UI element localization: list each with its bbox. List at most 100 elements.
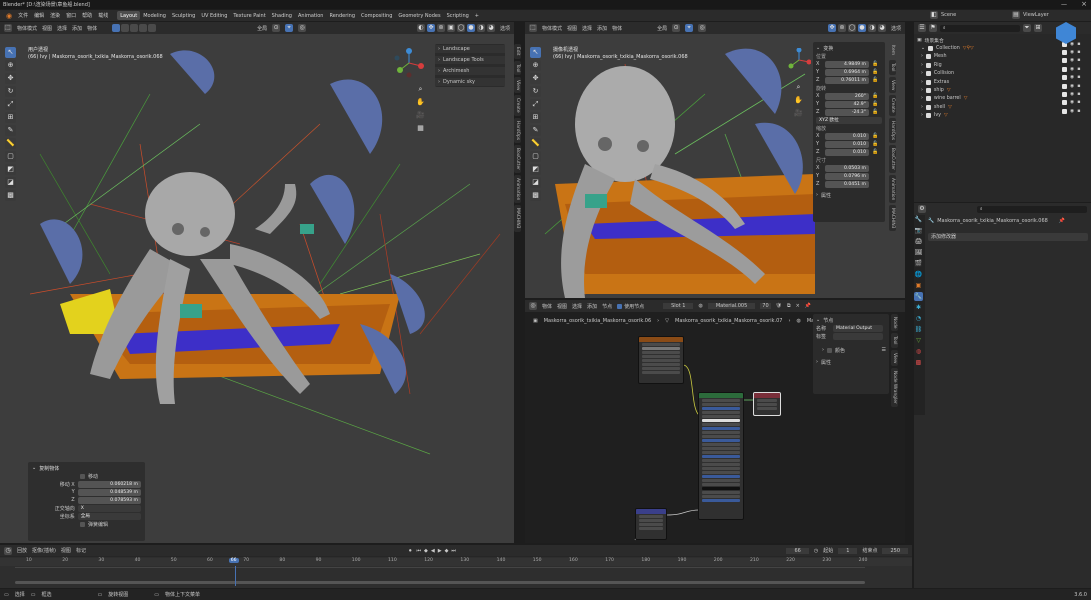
snap-icon[interactable]: ⌖	[285, 24, 294, 32]
mode-select[interactable]: 物体模式	[17, 25, 37, 32]
visibility-toggles[interactable]: ◉ ▪	[1062, 74, 1090, 82]
node-panel-title[interactable]: ⌄ 节点	[816, 316, 886, 324]
menu-help[interactable]: 帮助	[79, 11, 95, 20]
lock-icon[interactable]: 🔓	[872, 101, 878, 107]
tab-scripting[interactable]: Scripting	[444, 11, 472, 20]
rotation-y-field[interactable]: 42.9°	[825, 100, 869, 108]
rotate-tool-icon[interactable]: ↻	[5, 86, 16, 97]
node-props-row[interactable]: › 属性	[816, 358, 886, 366]
menu-object[interactable]: 物体	[612, 25, 622, 32]
node-normal-map[interactable]	[635, 508, 667, 540]
menu-window[interactable]: 窗口	[63, 11, 79, 20]
shading-material-icon[interactable]: ◑	[476, 24, 485, 32]
dimensions-x-field[interactable]: 0.0503 m	[825, 164, 869, 172]
redo-panel-title[interactable]: ⌄ 复制物体	[32, 464, 141, 472]
redo-extra-checkbox[interactable]: 弹簧编辑	[32, 520, 141, 528]
move-tool-icon[interactable]: ✥	[530, 73, 541, 84]
cursor-tool-icon[interactable]: ⊕	[530, 60, 541, 71]
render-tab-icon[interactable]: 📷	[914, 226, 923, 235]
current-frame-field[interactable]: 66	[786, 547, 809, 554]
data-tab-icon[interactable]: ▽	[914, 336, 923, 345]
node-name-field[interactable]: Material Output	[833, 324, 883, 332]
node-principled-bsdf[interactable]	[698, 392, 744, 520]
move-tool-icon[interactable]: ✥	[5, 73, 16, 84]
modifier-tab-icon[interactable]: 🔧	[914, 292, 923, 301]
tab-rendering[interactable]: Rendering	[326, 11, 358, 20]
menu-file[interactable]: 文件	[15, 11, 31, 20]
view-layer-tab-icon[interactable]: 🖼	[914, 248, 923, 257]
timeline-tick[interactable]: 60	[207, 558, 213, 563]
timeline-tick[interactable]: 170	[605, 558, 614, 563]
addon-dynamic-sky[interactable]: › Dynamic sky	[435, 78, 505, 86]
list-menu-icon[interactable]: ☰	[882, 347, 886, 353]
tab-modeling[interactable]: Modeling	[140, 11, 169, 20]
location-z-field[interactable]: 0.76011 m	[825, 76, 869, 84]
redo-orient-select[interactable]: 全局	[77, 512, 141, 520]
tab-animation[interactable]: Animation	[295, 11, 327, 20]
sidetab-create[interactable]: Create	[514, 95, 521, 117]
timeline-scrollbar[interactable]	[15, 581, 865, 584]
timeline-tick[interactable]: 220	[786, 558, 795, 563]
timeline-tick[interactable]: 50	[171, 558, 177, 563]
scale-x-field[interactable]: 0.010	[825, 132, 869, 140]
timeline-track[interactable]: 10 20 30 40 50 60 66 70 80 90 100 110 120 130 140 150 16…	[0, 557, 912, 588]
timeline-tick[interactable]: 70	[243, 558, 249, 563]
timeline-tick[interactable]: 140	[497, 558, 506, 563]
sidetab-machin3[interactable]: MACHIN3	[889, 204, 896, 232]
editor-type-icon[interactable]: ⬚	[529, 24, 537, 32]
visibility-toggles[interactable]: ◉ ▪	[1062, 99, 1090, 107]
sidetab-hardops[interactable]: HardOps	[514, 118, 521, 144]
orientation-select[interactable]: 全局	[657, 25, 667, 32]
lock-icon[interactable]: 🔓	[872, 77, 878, 83]
view-layer-selector[interactable]: ▤ ViewLayer	[1012, 11, 1049, 19]
next-key-icon[interactable]: ◆	[445, 548, 449, 554]
proportional-icon[interactable]: ◎	[698, 24, 707, 32]
hardops-tool-icon[interactable]: ◪	[530, 177, 541, 188]
tab-layout[interactable]: Layout	[117, 11, 141, 20]
sidetab-machin3[interactable]: MACHIN3	[514, 205, 521, 232]
annotate-tool-icon[interactable]: ✎	[530, 125, 541, 136]
timeline-tick[interactable]: 110	[388, 558, 397, 563]
tab-texture-paint[interactable]: Texture Paint	[230, 11, 268, 20]
viewport-left[interactable]: ⬚ 物体模式 视图 选择 添加 物体 全局 ⊙ ⌖ ◎ ◐ ✥ ⊚ ▣ ◯ ● …	[0, 22, 514, 543]
measure-tool-icon[interactable]: 📏	[530, 138, 541, 149]
sidetab-tool[interactable]: Tool	[891, 333, 898, 348]
editor-type-icon[interactable]: ⚙	[918, 205, 926, 213]
timeline-tick[interactable]: 210	[750, 558, 759, 563]
lock-icon[interactable]: 🔓	[872, 93, 878, 99]
rotation-x-field[interactable]: 260°	[825, 92, 869, 100]
redo-move-checkbox[interactable]: 移动	[32, 472, 141, 480]
tab-geometry-nodes[interactable]: Geometry Nodes	[395, 11, 443, 20]
timeline-tick[interactable]: 120	[424, 558, 433, 563]
editor-type-icon[interactable]: ⬚	[4, 24, 12, 32]
redo-constraint-select[interactable]: X	[77, 504, 141, 512]
shading-render-icon[interactable]: ◕	[486, 24, 495, 32]
record-icon[interactable]: ⏺	[409, 548, 412, 554]
texture-tab-icon[interactable]: ▩	[914, 358, 923, 367]
sidetab-edit[interactable]: Edit	[514, 44, 521, 59]
editor-type-icon[interactable]: ◷	[4, 546, 12, 555]
boxcutter-tool-icon[interactable]: ◩	[530, 164, 541, 175]
menu-select[interactable]: 选择	[582, 25, 592, 32]
constraints-tab-icon[interactable]: ⛓	[914, 325, 923, 334]
current-frame-tick[interactable]: 66	[228, 558, 239, 563]
properties-search-input[interactable]: ⌕	[977, 205, 1087, 213]
add-workspace-button[interactable]: +	[472, 11, 482, 20]
menu-add[interactable]: 添加	[597, 25, 607, 32]
select-invert-icon[interactable]	[139, 24, 148, 32]
select-subtract-icon[interactable]	[130, 24, 139, 32]
shading-wire-icon[interactable]: ◯	[847, 24, 856, 32]
timeline-menu-keying[interactable]: 抠像(插帧)	[32, 547, 56, 554]
sidetab-create[interactable]: Create	[889, 94, 896, 116]
node-color-row[interactable]: › 颜色 ☰	[816, 346, 886, 354]
overlay-icon[interactable]: ⊚	[436, 24, 445, 32]
object-tab-icon[interactable]: ▣	[914, 281, 923, 290]
blender-logo-icon[interactable]: ◉	[3, 11, 15, 20]
shading-solid-icon[interactable]: ●	[466, 24, 475, 32]
sidetab-tool[interactable]: Tool	[514, 60, 521, 76]
lock-icon[interactable]: 🔓	[872, 109, 878, 115]
rotation-z-field[interactable]: -24.3°	[825, 108, 869, 116]
editor-type-icon[interactable]: ☰	[918, 24, 926, 32]
new-collection-icon[interactable]: ⊞	[1034, 24, 1042, 32]
material-tab-icon[interactable]: ◍	[914, 347, 923, 356]
